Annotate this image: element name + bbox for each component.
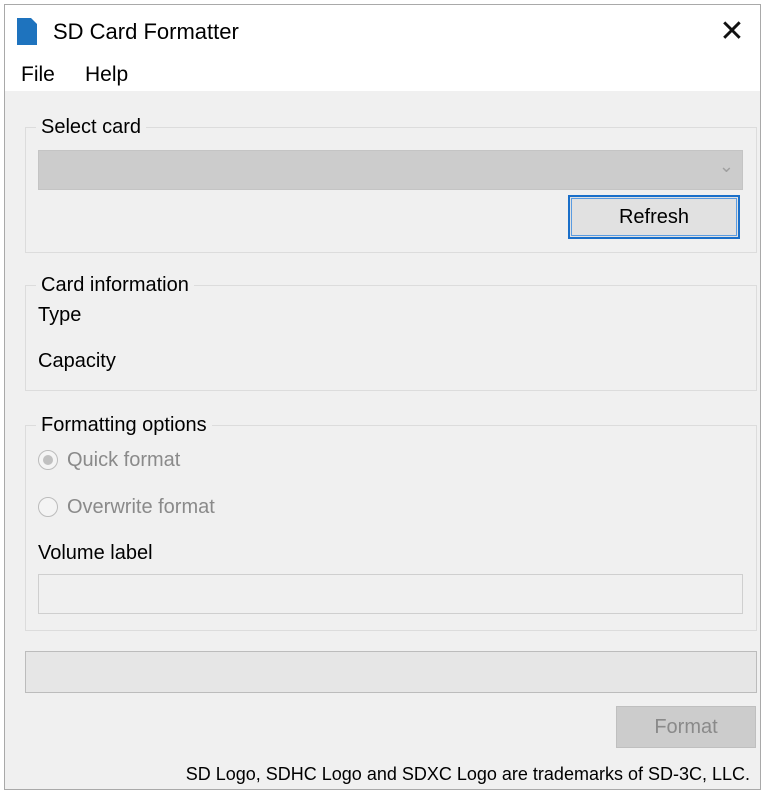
sd-card-formatter-window: SD Card Formatter ✕ File Help Select car…: [4, 4, 761, 790]
capacity-label: Capacity: [38, 350, 116, 372]
trademark-notice: SD Logo, SDHC Logo and SDXC Logo are tra…: [185, 764, 750, 784]
menu-help[interactable]: Help: [79, 63, 134, 87]
overwrite-format-label[interactable]: Overwrite format: [67, 495, 215, 519]
card-information-legend: Card information: [36, 273, 194, 297]
format-progress-bar: [25, 651, 757, 693]
radio-selected-dot: [43, 455, 53, 465]
refresh-button[interactable]: Refresh: [568, 195, 740, 239]
chevron-down-icon: ⌄: [718, 156, 734, 176]
menu-file[interactable]: File: [15, 63, 61, 87]
sd-card-icon: [17, 18, 37, 45]
title-bar[interactable]: SD Card Formatter ✕: [5, 5, 760, 59]
quick-format-label[interactable]: Quick format: [67, 448, 180, 472]
menu-bar: File Help: [5, 59, 760, 91]
card-select-dropdown[interactable]: ⌄: [38, 150, 743, 190]
close-icon[interactable]: ✕: [704, 5, 760, 59]
window-title: SD Card Formatter: [53, 19, 239, 44]
quick-format-radio[interactable]: [38, 450, 58, 470]
card-information-group: Card information: [25, 273, 757, 391]
format-button[interactable]: Format: [616, 706, 756, 748]
type-label: Type: [38, 304, 82, 326]
overwrite-format-radio[interactable]: [38, 497, 58, 517]
volume-label-label: Volume label: [38, 542, 153, 564]
formatting-options-legend: Formatting options: [36, 413, 212, 437]
volume-label-input[interactable]: [38, 574, 743, 614]
select-card-legend: Select card: [36, 115, 147, 139]
